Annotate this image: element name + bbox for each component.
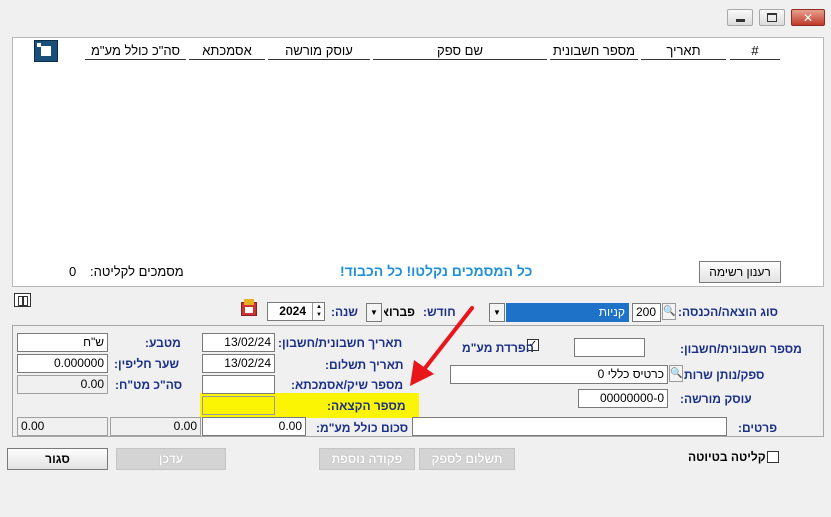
minimize-button[interactable] [727,9,753,26]
year-label: שנה: [331,305,358,319]
check-number-label: מספר שיק/אסמכתא: [291,378,404,392]
invoice-number-label: מספר חשבונית/חשבון: [680,342,802,356]
allocation-number-field[interactable] [202,396,275,415]
draft-checkbox[interactable] [767,451,779,463]
title-bar [0,0,831,32]
dealer-field[interactable]: 00000000-0 [578,389,668,408]
expense-type-lookup-icon[interactable]: 🔍 [662,303,676,320]
invoice-date-label: תאריך חשבונית/חשבון: [278,336,403,350]
total-incl-vat-label: סכום כולל מע"מ: [316,421,409,435]
supplier-lookup-icon[interactable]: 🔍 [669,365,683,382]
exchange-rate-label: שער חליפין: [114,357,180,371]
allocation-number-label: מספר הקצאה: [327,399,406,413]
close-icon: ✕ [802,10,814,25]
refresh-list-button[interactable]: רענון רשימה [699,261,781,283]
update-button[interactable]: עדכן [116,448,226,470]
year-spin-arrows-icon[interactable]: ▲ ▼ [312,303,325,320]
total-fx-field: 0.00 [17,375,108,394]
bottom-field-2: 0.00 [110,417,201,436]
close-button[interactable]: ✕ [791,9,825,26]
column-header-number[interactable]: # [730,43,780,60]
column-header-reference[interactable]: אסמכתא [189,43,265,60]
supplier-label: ספק/נותן שרות: [680,368,765,382]
month-dropdown-arrow[interactable]: ▼ [366,303,382,322]
bottom-field-3-value [17,417,108,436]
expense-type-code-field[interactable]: 200 [632,303,661,322]
pay-supplier-button[interactable]: תשלום לספק [419,448,515,470]
dealer-label: עוסק מורשה: [680,392,752,406]
documents-list[interactable] [12,37,824,287]
details-label: פרטים: [738,421,778,435]
expense-type-label: סוג הוצאה/הכנסה: [678,305,779,319]
invoice-date-field[interactable]: 13/02/24 [202,333,275,352]
column-header-dealer[interactable]: עוסק מורשה [268,43,370,60]
exchange-rate-field[interactable]: 0.000000 [17,354,108,373]
calendar-icon[interactable] [240,299,258,317]
total-fx-label: סה"כ מט"ח: [115,378,183,392]
check-number-field[interactable] [202,375,275,394]
status-message: כל המסמכים נקלטו! כל הכבוד! [340,263,533,279]
maximize-icon [767,13,777,22]
column-header-invoice-number[interactable]: מספר חשבונית [550,43,638,60]
annotation-arrow [410,306,474,386]
column-header-supplier-name[interactable]: שם ספק [373,43,547,60]
column-header-total[interactable]: סה"כ כולל מע"מ [85,43,186,60]
split-view-icon[interactable] [14,293,31,307]
maximize-button[interactable] [759,9,785,26]
payment-date-field[interactable]: 13/02/24 [202,354,275,373]
expense-type-select[interactable]: קניות [506,303,629,322]
currency-field[interactable]: ש"ח [17,333,108,352]
close-form-button[interactable]: סגור [7,448,108,470]
currency-label: מטבע: [145,336,181,350]
minimize-icon [735,18,745,22]
docs-to-import-count: 0 [69,264,77,279]
docs-to-import-label: מסמכים לקליטה: [90,264,184,279]
total-incl-vat-field[interactable]: 0.00 [202,417,306,436]
grid-settings-icon[interactable] [34,40,58,62]
column-header-date[interactable]: תאריך [641,43,726,60]
invoice-number-field[interactable] [574,338,645,357]
supplier-field[interactable]: כרטיס כללי 0 [450,365,668,384]
details-field[interactable] [412,417,727,436]
expense-type-dropdown-arrow[interactable]: ▼ [489,303,505,322]
payment-date-label: תאריך תשלום: [325,358,404,372]
extra-entry-button[interactable]: פקודה נוספת [319,448,415,470]
draft-label: קליטה בטיוטה [688,450,766,464]
